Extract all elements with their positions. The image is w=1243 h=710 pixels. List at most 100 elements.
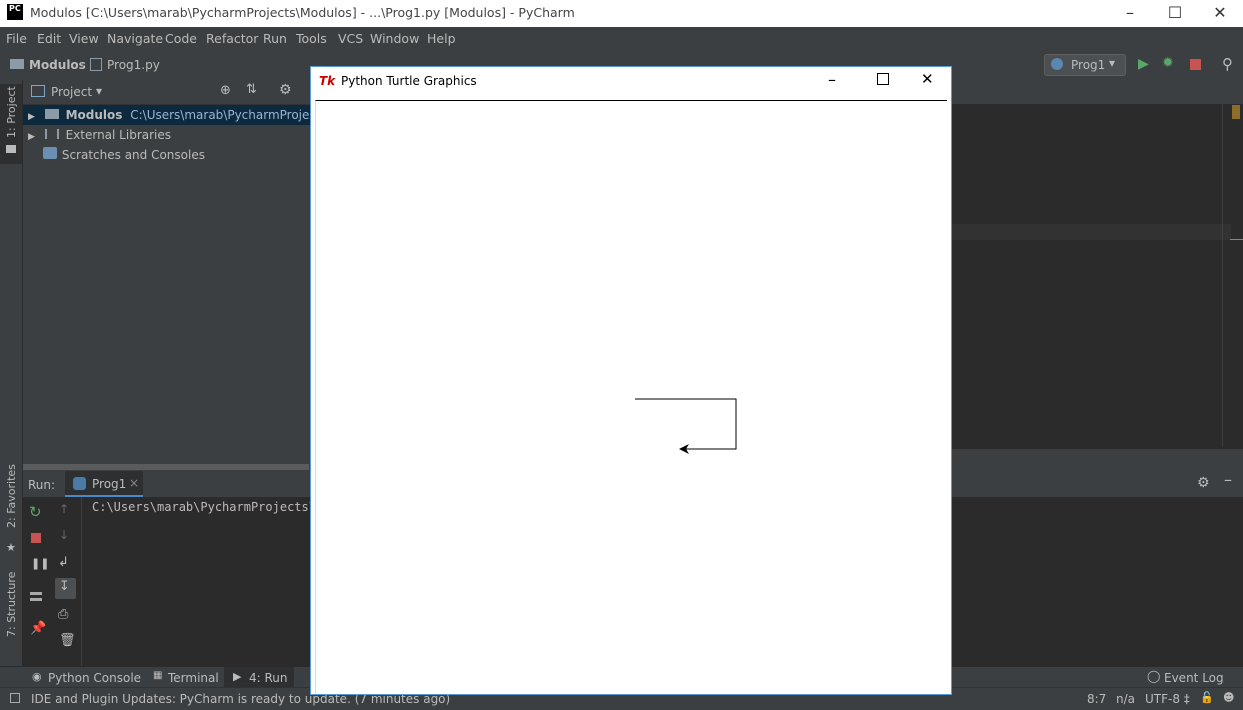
collapse-all-icon[interactable]: ⇅ [246, 82, 257, 97]
menu-file[interactable]: File [6, 31, 27, 46]
window-title: Modulos [C:\Users\marab\PycharmProjects\… [30, 5, 575, 20]
caret-position[interactable]: 8:7 [1087, 692, 1106, 706]
project-tool-tab[interactable]: 1: Project [0, 84, 22, 164]
run-panel-label: Run: [28, 478, 56, 492]
project-tab-label: 1: Project [5, 86, 18, 138]
tree-item-label: Scratches and Consoles [61, 148, 205, 162]
project-panel: Project ▾ ⊕ ⇅ ⚙ ▶ Modulos C:\Users\marab… [23, 80, 349, 471]
scroll-to-end-icon: ↧ [59, 579, 70, 594]
close-button[interactable]: ✕ [1197, 0, 1243, 27]
menu-window[interactable]: Window [370, 31, 419, 46]
pin-icon[interactable]: 📌 [30, 621, 46, 636]
expand-arrow-icon[interactable]: ▶ [28, 112, 35, 122]
breadcrumb-project[interactable]: Modulos [29, 58, 86, 72]
debug-icon[interactable]: ✹ [1162, 55, 1174, 71]
close-button[interactable]: ✕ [921, 70, 934, 88]
maximize-button[interactable] [877, 73, 889, 85]
breadcrumb-file[interactable]: Prog1.py [107, 58, 160, 72]
pause-icon[interactable]: ❚❚ [31, 557, 49, 570]
tab-run-label: 4: Run [249, 671, 288, 685]
terminal-icon: ▦ [153, 670, 163, 681]
tab-event-log[interactable]: Event Log [1164, 671, 1224, 685]
menu-navigate[interactable]: Navigate [107, 31, 163, 46]
menu-code[interactable]: Code [165, 31, 197, 46]
maximize-button[interactable]: ☐ [1152, 0, 1198, 27]
turtle-path [635, 398, 737, 450]
python-icon [1051, 58, 1063, 70]
run-icon[interactable]: ▶ [1138, 56, 1149, 72]
python-console-icon: ◉ [32, 670, 42, 683]
run-toolbar-divider [81, 497, 82, 666]
turtle-drawing [635, 398, 737, 454]
down-arrow-icon[interactable]: ↓ [59, 528, 69, 542]
gear-icon[interactable]: ⚙ [1197, 475, 1210, 491]
minimize-button[interactable]: – [1107, 0, 1153, 27]
soft-wrap-icon[interactable]: ↲ [58, 555, 69, 570]
project-panel-title[interactable]: Project [51, 85, 92, 99]
inspector-icon[interactable]: ☻ [1223, 691, 1234, 704]
locate-icon[interactable]: ⊕ [220, 83, 231, 98]
run-tab-prog1[interactable]: Prog1 × [65, 471, 143, 497]
chevron-down-icon: ▾ [1109, 56, 1116, 70]
python-icon [73, 477, 86, 490]
menu-tools[interactable]: Tools [296, 31, 327, 46]
tab-terminal[interactable]: Terminal [168, 671, 219, 685]
turtle-window-title: Python Turtle Graphics [341, 74, 477, 88]
project-panel-header: Project ▾ ⊕ ⇅ ⚙ [23, 80, 313, 105]
scroll-to-end-button[interactable]: ↧ [55, 578, 76, 599]
star-icon: ★ [6, 541, 16, 554]
lock-icon[interactable]: 🔓 [1200, 691, 1214, 704]
tree-item-modulos[interactable]: ▶ Modulos C:\Users\marab\PycharmProjects… [28, 105, 349, 125]
event-log-icon: ◯ [1147, 669, 1161, 683]
tab-run[interactable]: ▶ 4: Run [224, 667, 294, 688]
rerun-icon[interactable]: ↻ [29, 503, 42, 521]
project-view-icon [31, 85, 45, 97]
menu-bar: File Edit View Navigate Code Refactor Ru… [0, 27, 1243, 51]
menu-view[interactable]: View [69, 31, 99, 46]
chevron-down-icon[interactable]: ▾ [96, 84, 102, 98]
folder-icon [6, 145, 16, 153]
print-icon[interactable]: ⎙ [58, 607, 68, 622]
pycharm-logo-icon: PC [7, 4, 23, 20]
editor-right-margin [1222, 104, 1223, 447]
run-tab-label: Prog1 [92, 477, 127, 491]
menu-help[interactable]: Help [427, 31, 456, 46]
stop-icon[interactable] [31, 533, 41, 543]
up-arrow-icon[interactable]: ↑ [59, 502, 69, 516]
file-encoding[interactable]: UTF-8 ‡ [1145, 692, 1190, 706]
close-tab-icon[interactable]: × [129, 476, 139, 490]
analysis-marker-icon [1232, 105, 1240, 119]
horizontal-scrollbar[interactable] [23, 464, 309, 470]
tree-item-label: Modulos [65, 108, 123, 122]
turtle-canvas[interactable] [315, 100, 947, 694]
menu-vcs[interactable]: VCS [338, 31, 363, 46]
hide-panel-icon[interactable]: – [1224, 470, 1232, 489]
gear-icon[interactable]: ⚙ [279, 82, 292, 98]
menu-run[interactable]: Run [263, 31, 287, 46]
trash-icon[interactable]: 🗑 [59, 633, 76, 648]
menu-edit[interactable]: Edit [37, 31, 61, 46]
toggle-tool-windows-icon[interactable] [10, 693, 20, 703]
folder-icon [44, 109, 59, 119]
turtle-window: Tk Python Turtle Graphics – ✕ [310, 66, 952, 695]
tree-item-external-libraries[interactable]: ▶ External Libraries [28, 125, 171, 145]
folder-icon [10, 59, 24, 69]
favorites-tab[interactable]: 2: Favorites [5, 464, 18, 528]
stop-icon[interactable] [1190, 59, 1201, 70]
expand-arrow-icon[interactable]: ▶ [28, 132, 35, 142]
search-icon[interactable]: ⚲ [1222, 55, 1233, 73]
scratches-icon [43, 147, 57, 159]
breadcrumb-separator-icon: › [80, 58, 85, 72]
layout-icon[interactable] [30, 592, 42, 601]
run-config-selector[interactable]: Prog1 ▾ [1044, 54, 1126, 76]
menu-refactor[interactable]: Refactor [206, 31, 258, 46]
library-icon [44, 129, 59, 139]
run-config-label: Prog1 [1071, 58, 1106, 72]
tree-item-scratches[interactable]: Scratches and Consoles [43, 145, 205, 165]
run-icon: ▶ [233, 670, 242, 683]
line-separator[interactable]: n/a [1116, 692, 1135, 706]
minimize-button[interactable]: – [828, 70, 836, 89]
tab-python-console[interactable]: Python Console [48, 671, 141, 685]
structure-tab[interactable]: 7: Structure [5, 572, 18, 637]
run-output[interactable]: C:\Users\marab\PycharmProjects\ [92, 500, 316, 514]
